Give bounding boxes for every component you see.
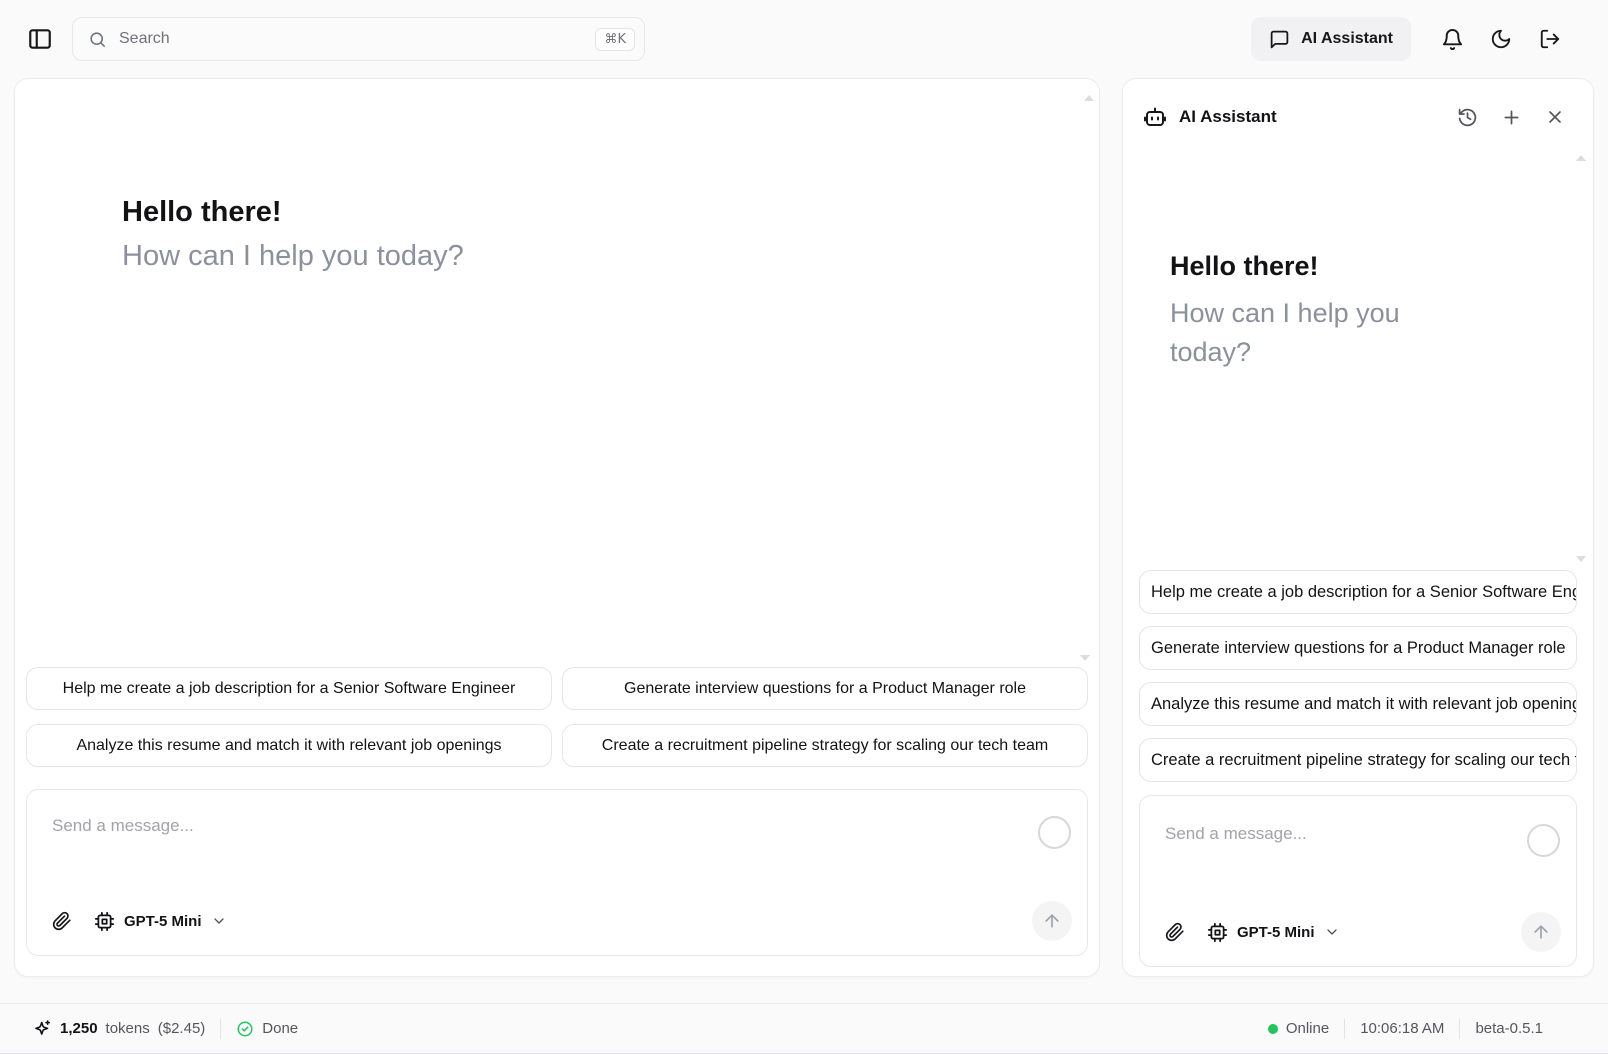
version-label: beta-0.5.1	[1475, 1020, 1543, 1037]
voice-record-button[interactable]	[1038, 816, 1071, 849]
scroll-up-indicator	[1084, 95, 1094, 101]
cpu-chip-icon	[94, 911, 115, 932]
connection-label: Online	[1286, 1020, 1329, 1037]
suggestion-job-description[interactable]: Help me create a job description for a S…	[1139, 570, 1577, 614]
chat-history-button[interactable]	[1449, 99, 1485, 135]
message-composer: GPT-5 Mini	[26, 789, 1088, 956]
new-chat-button[interactable]	[1493, 99, 1529, 135]
logout-button[interactable]	[1530, 19, 1570, 59]
scroll-down-indicator	[1080, 655, 1090, 661]
chevron-down-icon	[211, 913, 227, 929]
send-message-button[interactable]	[1032, 901, 1072, 941]
ai-assistant-panel-header: AI Assistant	[1123, 79, 1593, 143]
greeting-subtitle: How can I help you today?	[1170, 294, 1450, 372]
suggestion-recruitment-pipeline[interactable]: Create a recruitment pipeline strategy f…	[562, 724, 1088, 767]
message-input[interactable]	[52, 816, 1026, 876]
scroll-up-indicator	[1576, 155, 1586, 161]
send-message-button[interactable]	[1521, 912, 1561, 952]
history-icon	[1457, 107, 1478, 128]
sidebar-toggle-button[interactable]	[20, 19, 60, 59]
panel-message-composer: GPT-5 Mini	[1139, 795, 1577, 967]
ai-assistant-panel: AI Assistant	[1122, 78, 1594, 977]
bell-icon	[1441, 28, 1464, 51]
attach-file-button[interactable]	[52, 911, 72, 931]
greeting-title: Hello there!	[1170, 251, 1553, 282]
ai-assistant-toggle-button[interactable]: AI Assistant	[1251, 17, 1411, 61]
composer-input-row	[1140, 796, 1576, 912]
status-divider	[1459, 1019, 1460, 1039]
composer-toolbar: GPT-5 Mini	[1140, 912, 1576, 966]
robot-icon	[1143, 105, 1167, 129]
suggestion-interview-questions[interactable]: Generate interview questions for a Produ…	[562, 667, 1088, 710]
logout-icon	[1539, 28, 1561, 50]
model-selector[interactable]: GPT-5 Mini	[94, 911, 227, 932]
connection-status: Online	[1268, 1020, 1329, 1037]
close-icon	[1545, 107, 1565, 127]
chat-greeting: Hello there! How can I help you today?	[15, 79, 1099, 273]
status-divider	[1344, 1019, 1345, 1039]
check-circle-icon	[236, 1020, 254, 1038]
suggestion-analyze-resume[interactable]: Analyze this resume and match it with re…	[26, 724, 552, 767]
greeting-title: Hello there!	[122, 196, 1099, 229]
dark-mode-button[interactable]	[1481, 19, 1521, 59]
ai-assistant-panel-title: AI Assistant	[1179, 107, 1277, 127]
topbar-actions: AI Assistant	[1251, 17, 1570, 61]
moon-icon	[1490, 28, 1512, 50]
token-unit-label: tokens	[106, 1020, 150, 1037]
message-input[interactable]	[1165, 824, 1515, 884]
suggestion-grid: Help me create a job description for a S…	[15, 667, 1099, 767]
composer-toolbar: GPT-5 Mini	[27, 901, 1087, 955]
attach-file-button[interactable]	[1165, 922, 1185, 942]
chevron-down-icon	[1324, 924, 1340, 940]
status-bar-right: Online 10:06:18 AM beta-0.5.1	[1268, 1019, 1543, 1039]
arrow-up-icon	[1042, 911, 1062, 931]
suggestion-analyze-resume[interactable]: Analyze this resume and match it with re…	[1139, 682, 1577, 726]
paperclip-icon	[52, 911, 72, 931]
voice-record-button[interactable]	[1527, 824, 1560, 857]
search-bar: ⌘K	[72, 17, 645, 61]
job-status: Done	[236, 1020, 298, 1038]
suggestion-job-description[interactable]: Help me create a job description for a S…	[26, 667, 552, 710]
model-selector-label: GPT-5 Mini	[1237, 924, 1315, 941]
model-selector[interactable]: GPT-5 Mini	[1207, 922, 1340, 943]
composer-input-row	[27, 790, 1087, 901]
notifications-button[interactable]	[1432, 19, 1472, 59]
online-dot-icon	[1268, 1024, 1278, 1034]
content-area: Hello there! How can I help you today? H…	[0, 78, 1608, 1003]
scroll-down-indicator	[1576, 556, 1586, 562]
status-bar: 1,250 tokens ($2.45) Done Online 10:06:1…	[0, 1003, 1608, 1054]
panel-message-area: Hello there! How can I help you today?	[1123, 143, 1593, 570]
search-input[interactable]	[117, 29, 585, 49]
job-status-label: Done	[262, 1020, 298, 1037]
arrow-up-icon	[1531, 922, 1551, 942]
plus-icon	[1501, 107, 1522, 128]
sparkles-icon	[33, 1019, 52, 1038]
panel-left-icon	[27, 26, 53, 52]
cpu-chip-icon	[1207, 922, 1228, 943]
panel-suggestion-list: Help me create a job description for a S…	[1123, 570, 1593, 782]
suggestion-interview-questions[interactable]: Generate interview questions for a Produ…	[1139, 626, 1577, 670]
token-usage: 1,250 tokens ($2.45)	[33, 1019, 205, 1038]
search-shortcut-badge: ⌘K	[595, 28, 635, 51]
paperclip-icon	[1165, 922, 1185, 942]
chat-message-area: Hello there! How can I help you today?	[15, 79, 1099, 667]
suggestion-recruitment-pipeline[interactable]: Create a recruitment pipeline strategy f…	[1139, 738, 1577, 782]
token-cost: ($2.45)	[158, 1020, 206, 1037]
panel-header-actions	[1449, 99, 1573, 135]
greeting-subtitle: How can I help you today?	[122, 240, 1099, 273]
status-divider	[220, 1019, 221, 1039]
model-selector-label: GPT-5 Mini	[124, 913, 202, 930]
token-count: 1,250	[60, 1020, 98, 1037]
chat-bubble-icon	[1269, 29, 1290, 50]
app-window: ⌘K AI Assistant	[0, 0, 1608, 1054]
main-chat-panel: Hello there! How can I help you today? H…	[14, 78, 1100, 977]
close-panel-button[interactable]	[1537, 99, 1573, 135]
search-icon	[88, 30, 107, 49]
topbar: ⌘K AI Assistant	[0, 0, 1608, 78]
clock-time: 10:06:18 AM	[1360, 1020, 1444, 1037]
ai-assistant-toggle-label: AI Assistant	[1301, 30, 1393, 48]
